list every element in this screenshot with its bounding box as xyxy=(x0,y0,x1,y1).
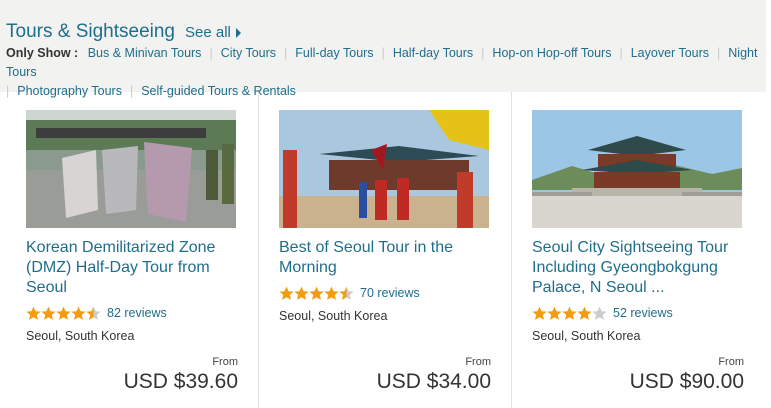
rating: 82 reviews xyxy=(26,304,238,322)
filter-hop-on-hop-off-tours[interactable]: Hop-on Hop-off Tours xyxy=(492,46,611,60)
tour-location: Seoul, South Korea xyxy=(532,329,641,343)
column-divider xyxy=(511,92,512,408)
star-icon xyxy=(26,306,41,320)
star-icon xyxy=(309,286,324,300)
star-icon xyxy=(592,306,607,320)
tour-card: Seoul City Sightseeing Tour Including Gy… xyxy=(532,110,744,343)
filter-separator: | xyxy=(284,46,288,60)
title-row: Tours & Sightseeing See all xyxy=(6,21,241,43)
palace-guard-ceremony-photo[interactable] xyxy=(279,110,489,228)
star-icon xyxy=(547,306,562,320)
see-all-label: See all xyxy=(185,24,231,41)
section-header: Tours & Sightseeing See all Only Show : … xyxy=(0,0,766,98)
tour-card: Korean Demilitarized Zone (DMZ) Half-Day… xyxy=(26,110,238,343)
tour-location: Seoul, South Korea xyxy=(279,309,388,323)
price-box: From USD $39.60 xyxy=(26,356,238,394)
tour-title[interactable]: Best of Seoul Tour in the Morning xyxy=(279,238,491,278)
reviews-link[interactable]: 52 reviews xyxy=(613,306,673,320)
star-rating xyxy=(26,306,101,321)
star-icon xyxy=(86,306,101,320)
triangle-right-icon xyxy=(235,27,241,38)
star-icon xyxy=(324,286,339,300)
filter-separator: | xyxy=(129,84,134,98)
star-icon xyxy=(294,286,309,300)
tour-price: USD $34.00 xyxy=(376,370,491,393)
star-rating xyxy=(532,306,607,321)
filter-label: Only Show : xyxy=(6,46,79,60)
filter-bar: Only Show : Bus & Minivan Tours | City Tou… xyxy=(6,44,764,101)
tour-card: Best of Seoul Tour in the Morning 70 rev… xyxy=(279,110,491,323)
reviews-link[interactable]: 70 reviews xyxy=(360,286,420,300)
reviews-link[interactable]: 82 reviews xyxy=(107,306,167,320)
section-title: Tours & Sightseeing xyxy=(6,21,175,42)
filter-separator: | xyxy=(717,46,721,60)
gyeongbokgung-palace-photo[interactable] xyxy=(532,110,742,228)
star-icon xyxy=(532,306,547,320)
filter-separator: | xyxy=(6,84,10,98)
from-label: From xyxy=(212,356,238,368)
filter-city-tours[interactable]: City Tours xyxy=(221,46,276,60)
column-divider xyxy=(258,92,259,408)
filter-bus-minivan-tours[interactable]: Bus & Minivan Tours xyxy=(88,46,202,60)
filter-separator: | xyxy=(381,46,385,60)
filter-layover-tours[interactable]: Layover Tours xyxy=(631,46,709,60)
from-label: From xyxy=(718,356,744,368)
rating: 70 reviews xyxy=(279,284,491,302)
tour-location: Seoul, South Korea xyxy=(26,329,135,343)
price-box: From USD $34.00 xyxy=(279,356,491,394)
price-box: From USD $90.00 xyxy=(532,356,744,394)
star-rating xyxy=(279,286,354,301)
star-icon xyxy=(41,306,56,320)
filter-self-guided-tours[interactable]: Self-guided Tours & Rentals xyxy=(141,84,296,98)
see-all-link[interactable]: See all xyxy=(185,24,241,41)
rating: 52 reviews xyxy=(532,304,744,322)
star-icon xyxy=(339,286,354,300)
filter-full-day-tours[interactable]: Full-day Tours xyxy=(295,46,373,60)
star-icon xyxy=(71,306,86,320)
filter-separator: | xyxy=(481,46,485,60)
tour-title[interactable]: Korean Demilitarized Zone (DMZ) Half-Day… xyxy=(26,238,238,298)
tour-price: USD $90.00 xyxy=(629,370,744,393)
from-label: From xyxy=(465,356,491,368)
star-icon xyxy=(56,306,71,320)
star-icon xyxy=(577,306,592,320)
filter-photography-tours[interactable]: Photography Tours xyxy=(17,84,122,98)
filter-separator: | xyxy=(209,46,213,60)
tour-title[interactable]: Seoul City Sightseeing Tour Including Gy… xyxy=(532,238,744,298)
filter-half-day-tours[interactable]: Half-day Tours xyxy=(393,46,473,60)
tour-price: USD $39.60 xyxy=(123,370,238,393)
star-icon xyxy=(562,306,577,320)
star-icon xyxy=(279,286,294,300)
filter-separator: | xyxy=(619,46,623,60)
dmz-sign-photo[interactable] xyxy=(26,110,236,228)
